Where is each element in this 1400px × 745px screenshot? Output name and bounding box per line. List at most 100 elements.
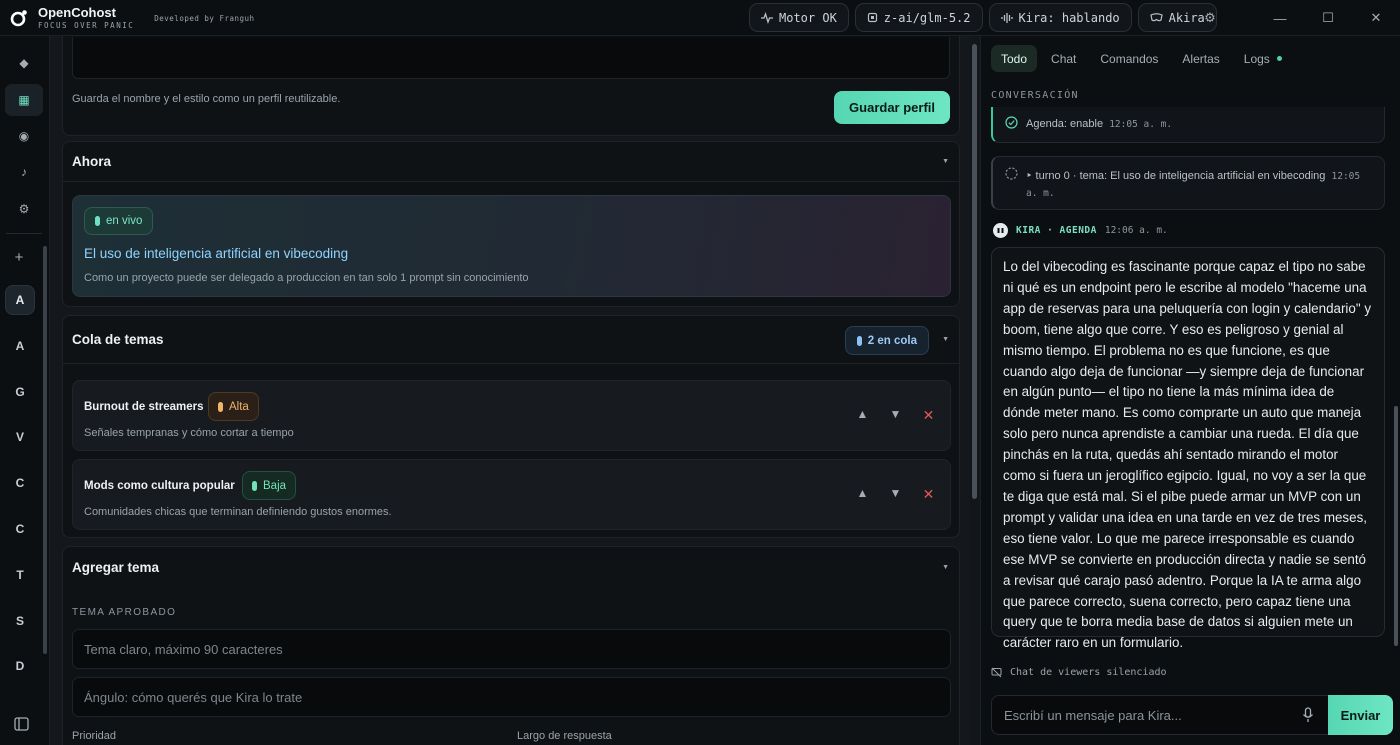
approved-topic-label: TEMA APROBADO: [72, 607, 177, 618]
profile-card: Guarda el nombre y el estilo como un per…: [62, 36, 960, 136]
queue-item-subtitle: Comunidades chicas que terminan definien…: [84, 506, 392, 518]
agent-message: Lo del vibecoding es fascinante porque c…: [991, 247, 1385, 650]
collapse-caret-icon[interactable]: ▼: [942, 158, 949, 165]
sidebar-dashboard-icon[interactable]: ◆: [5, 47, 43, 79]
profile-avatar[interactable]: C: [5, 468, 35, 498]
sidebar-settings-icon[interactable]: ⚙: [5, 193, 43, 225]
logs-indicator-dot: [1276, 56, 1282, 61]
tab-alerts[interactable]: Alertas: [1172, 45, 1229, 72]
mask-icon: [1149, 13, 1163, 22]
model-pill[interactable]: z-ai/glm-5.2: [854, 3, 983, 32]
add-topic-header[interactable]: Agregar tema ▼: [63, 547, 959, 587]
style-textarea[interactable]: [72, 37, 950, 79]
response-length-label: Largo de respuesta: [517, 730, 612, 742]
audio-wave-icon: [1000, 12, 1013, 23]
profile-avatar[interactable]: G: [5, 377, 35, 407]
agent-message-header: KIRA · AGENDA 12:06 a. m.: [993, 223, 1168, 238]
agent-time: 12:06 a. m.: [1104, 225, 1168, 236]
move-down-icon[interactable]: ▼: [888, 486, 903, 503]
message-composer: Escribí un mensaje para Kira... Enviar: [991, 695, 1393, 735]
now-card: Ahora ▼ en vivo El uso de inteligencia a…: [62, 141, 960, 307]
voice-status: Kira: hablando: [1018, 10, 1120, 25]
collapse-caret-icon[interactable]: ▼: [942, 564, 949, 571]
activity-icon: [761, 11, 773, 24]
move-down-icon[interactable]: ▼: [888, 407, 903, 424]
move-up-icon[interactable]: ▲: [855, 486, 870, 503]
agenda-panel: Guarda el nombre y el estilo como un per…: [50, 36, 980, 745]
chat-muted-icon: [991, 667, 1002, 678]
minimize-icon[interactable]: —: [1256, 11, 1304, 26]
now-header[interactable]: Ahora ▼: [63, 142, 959, 182]
close-window-icon[interactable]: ✕: [1352, 10, 1400, 26]
tab-chat[interactable]: Chat: [1041, 45, 1086, 72]
settings-gear-icon[interactable]: ⚙: [1186, 10, 1234, 26]
add-profile-button[interactable]: +: [2, 241, 36, 273]
tab-logs[interactable]: Logs: [1234, 45, 1292, 72]
profile-avatar[interactable]: S: [5, 606, 35, 636]
tab-all[interactable]: Todo: [991, 45, 1038, 72]
topic-input[interactable]: Tema claro, máximo 90 caracteres: [72, 629, 951, 669]
queue-item-title: Burnout de streamers: [84, 401, 204, 413]
add-topic-card: Agregar tema ▼ TEMA APROBADO Tema claro,…: [62, 546, 960, 745]
event-text: ‣ turno 0 · tema: El uso de inteligencia…: [1026, 170, 1326, 182]
voice-status-pill[interactable]: Kira: hablando: [988, 3, 1132, 32]
event-text: Agenda: enable: [1026, 118, 1104, 130]
tab-commands[interactable]: Comandos: [1090, 45, 1168, 72]
profile-avatar[interactable]: A: [5, 285, 35, 315]
add-topic-title: Agregar tema: [72, 559, 160, 575]
send-button[interactable]: Enviar: [1328, 695, 1393, 735]
title-bar: OpenCohost FOCUS OVER PANIC Developed by…: [0, 0, 1400, 36]
profile-avatar[interactable]: T: [5, 560, 35, 590]
angle-input[interactable]: Ángulo: cómo querés que Kira lo trate: [72, 677, 951, 717]
window-controls: — ☐ ✕: [1256, 0, 1400, 36]
maximize-icon[interactable]: ☐: [1304, 10, 1352, 26]
app-tagline: FOCUS OVER PANIC: [38, 20, 135, 30]
event-item: ‣ turno 0 · tema: El uso de inteligencia…: [991, 156, 1385, 210]
developer-credit: Developed by Franguh: [154, 13, 255, 23]
conversation-panel: Todo Chat Comandos Alertas Logs CONVERSA…: [980, 36, 1400, 745]
delete-icon[interactable]: ✕: [921, 407, 936, 424]
sidebar-scrollbar[interactable]: [43, 246, 47, 654]
sidebar-target-icon[interactable]: ◉: [5, 120, 43, 152]
queue-item[interactable]: Mods como cultura popular Baja Comunidad…: [72, 459, 951, 530]
agent-avatar-icon: [993, 223, 1008, 238]
sidebar-divider: [6, 233, 42, 234]
queue-item-actions: ▲ ▼ ✕: [855, 407, 936, 424]
engine-status-pill[interactable]: Motor OK: [749, 3, 849, 32]
sidebar-agenda-icon[interactable]: ▦: [5, 84, 43, 116]
profile-hint: Guarda el nombre y el estilo como un per…: [72, 93, 341, 105]
queue-count-badge: 2 en cola: [844, 326, 929, 355]
queue-header[interactable]: Cola de temas 2 en cola ▼: [63, 316, 959, 364]
agenda-scrollbar[interactable]: [970, 36, 979, 745]
app-name: OpenCohost: [38, 4, 116, 20]
priority-badge: Alta: [208, 392, 259, 421]
conversation-label: CONVERSACIÓN: [991, 90, 1079, 101]
priority-label: Prioridad: [72, 730, 117, 742]
queue-item-subtitle: Señales tempranas y cómo cortar a tiempo: [84, 427, 294, 439]
microphone-icon[interactable]: [1302, 707, 1314, 723]
queue-item-actions: ▲ ▼ ✕: [855, 486, 936, 503]
profile-avatar[interactable]: C: [5, 514, 35, 544]
save-profile-button[interactable]: Guardar perfil: [834, 91, 950, 124]
collapse-caret-icon[interactable]: ▼: [942, 336, 949, 343]
settings-control[interactable]: ⚙: [1186, 0, 1234, 36]
delete-icon[interactable]: ✕: [921, 486, 936, 503]
check-circle-icon: [1005, 116, 1018, 129]
current-topic-description: Como un proyecto puede ser delegado a pr…: [84, 272, 529, 284]
scrollbar-thumb[interactable]: [1394, 406, 1398, 646]
feed-tabs: Todo Chat Comandos Alertas Logs: [991, 45, 1292, 72]
profile-avatar[interactable]: V: [5, 422, 35, 452]
brand: OpenCohost FOCUS OVER PANIC Developed by…: [0, 6, 255, 30]
app-logo-icon: [10, 9, 27, 26]
profile-avatar[interactable]: D: [5, 651, 35, 681]
queue-item-title: Mods como cultura popular: [84, 480, 235, 492]
sidebar-music-icon[interactable]: ♪: [5, 156, 43, 188]
profile-avatar[interactable]: A: [5, 331, 35, 361]
engine-status: Motor OK: [779, 10, 837, 25]
conversation-scrollbar[interactable]: [1393, 46, 1399, 646]
move-up-icon[interactable]: ▲: [855, 407, 870, 424]
scrollbar-thumb[interactable]: [972, 44, 977, 499]
toggle-sidebar-icon[interactable]: [4, 708, 38, 740]
queue-item[interactable]: Burnout de streamers Alta Señales tempra…: [72, 380, 951, 451]
message-input[interactable]: Escribí un mensaje para Kira...: [1004, 708, 1182, 723]
